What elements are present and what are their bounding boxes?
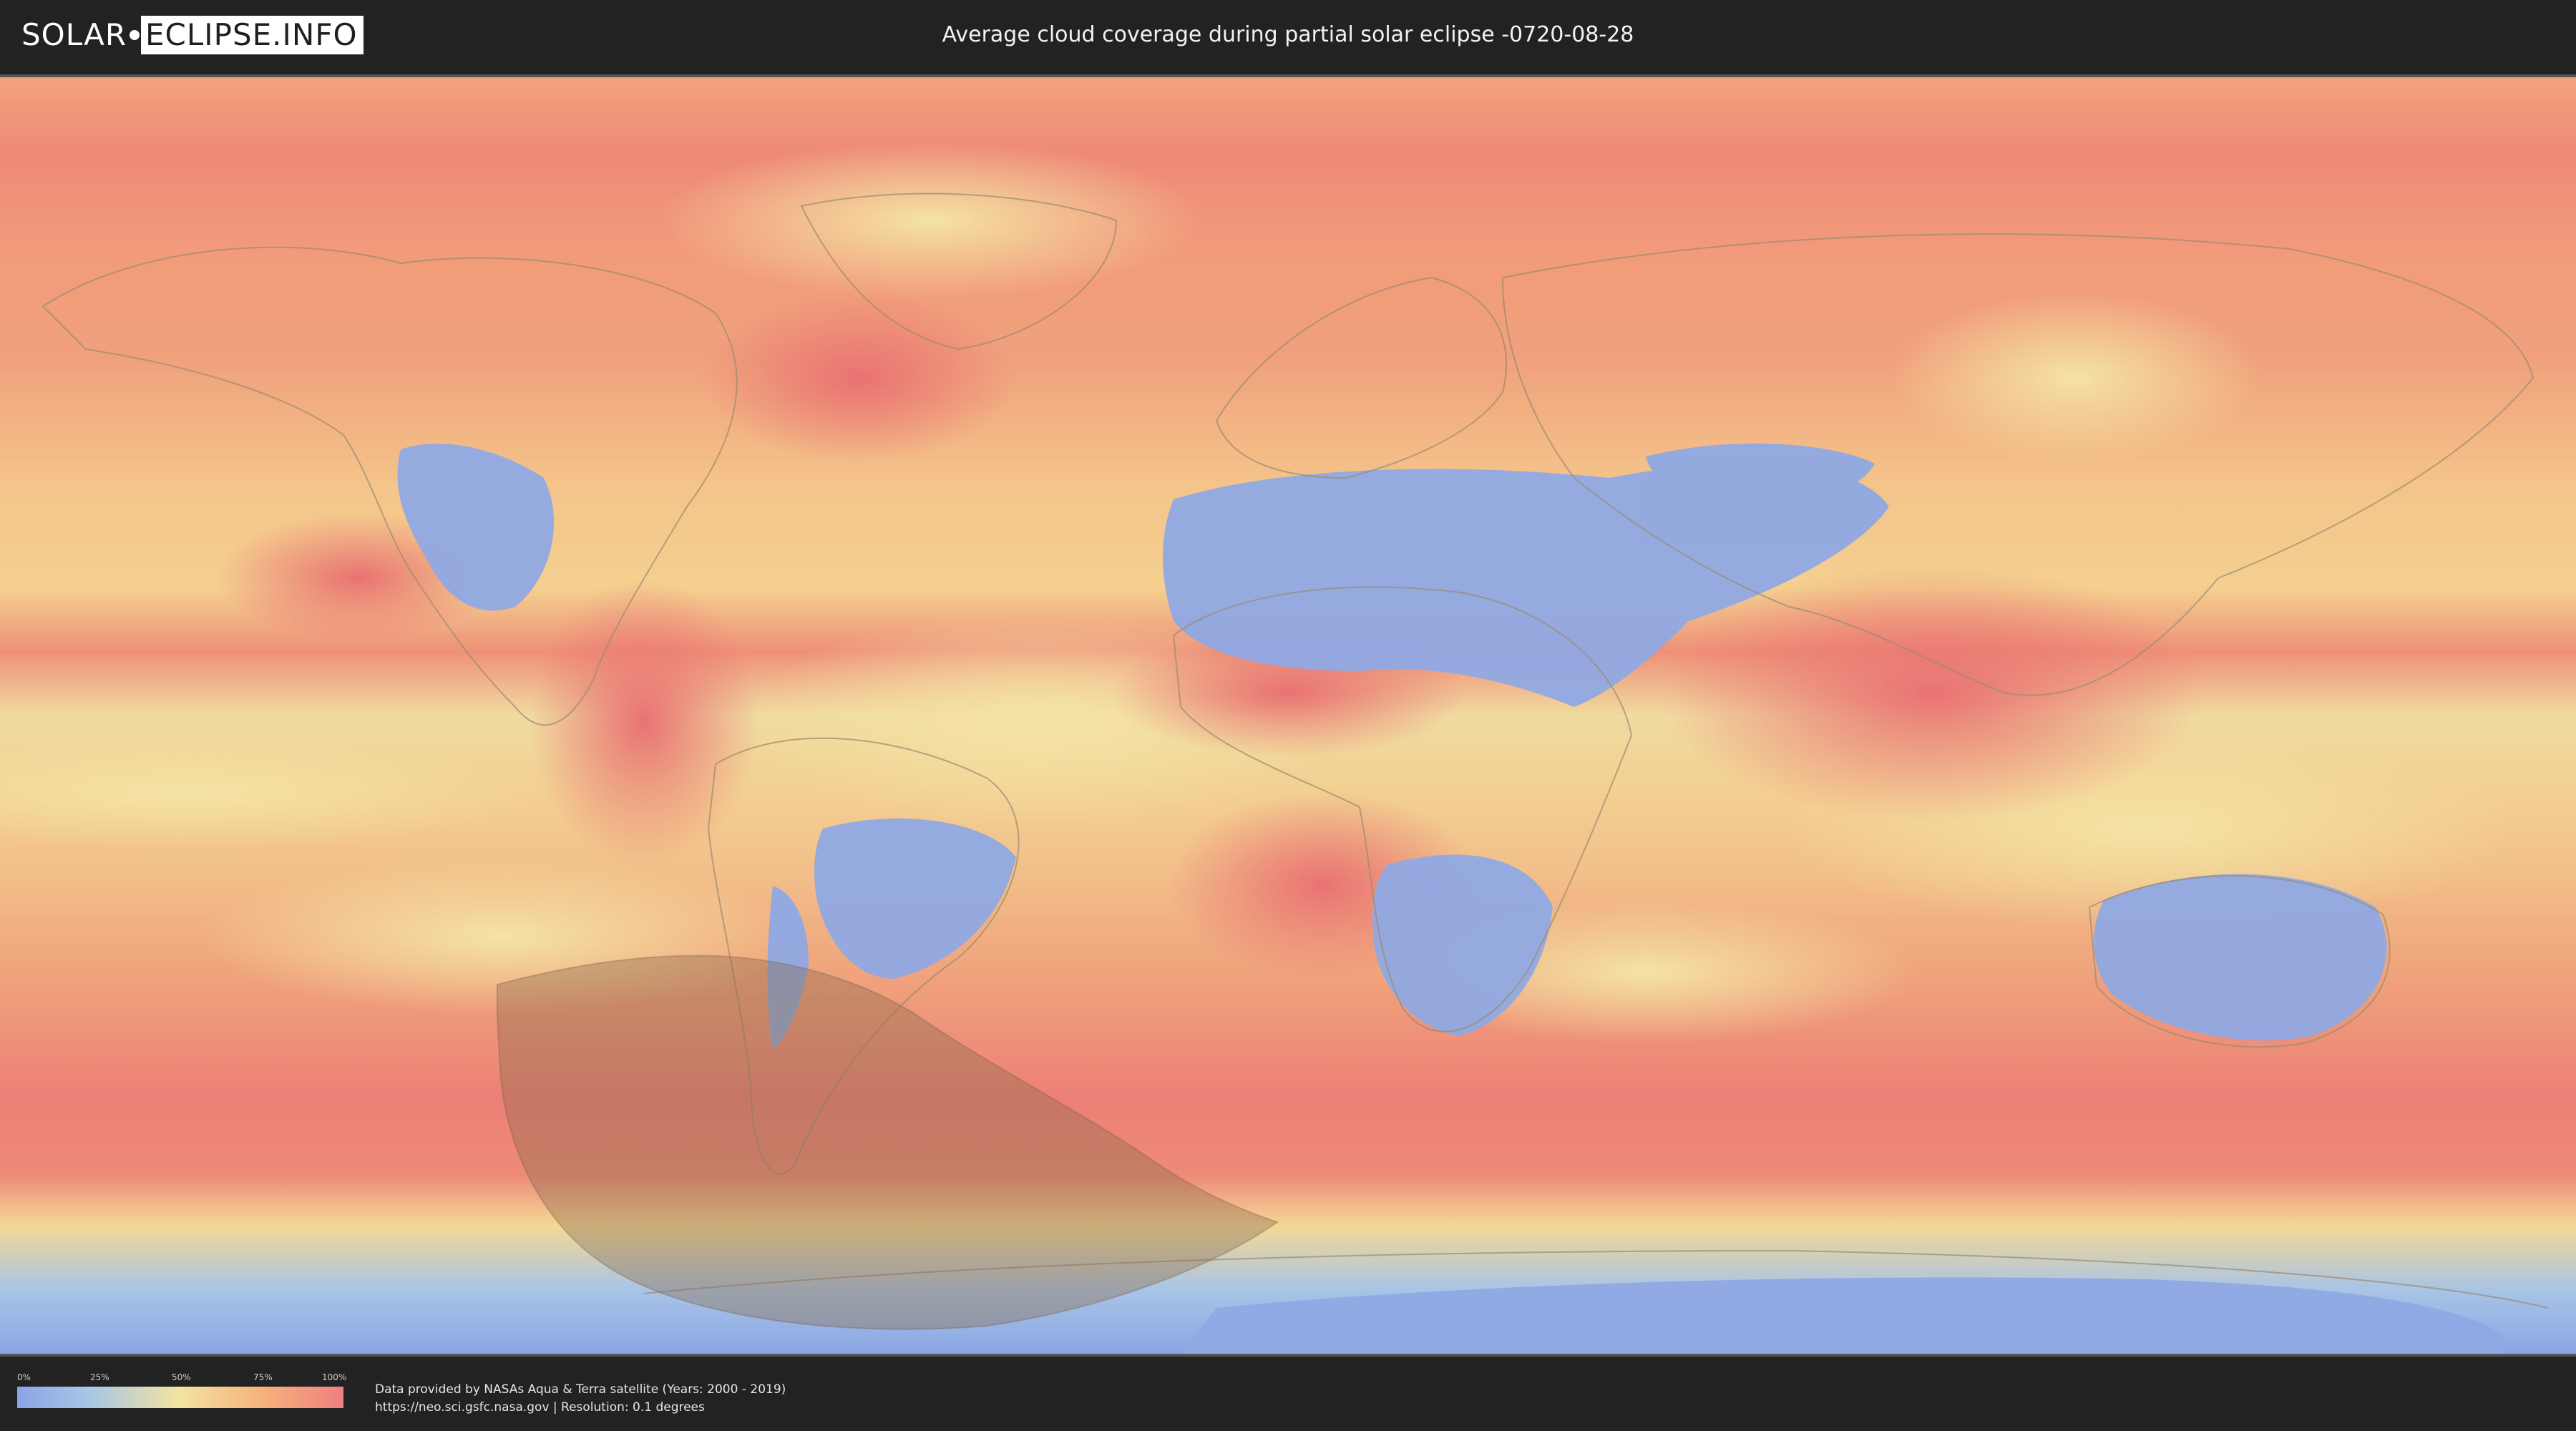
site-logo[interactable]: SOLAR ECLIPSE.INFO — [21, 16, 364, 54]
legend-tick-0: 0% — [17, 1372, 31, 1382]
logo-text-eclipse-info: ECLIPSE.INFO — [141, 16, 364, 54]
clear-zone — [1889, 292, 2261, 464]
legend-tick-50: 50% — [172, 1372, 191, 1382]
header: SOLAR ECLIPSE.INFO Average cloud coverag… — [0, 0, 2576, 70]
legend-color-bar — [17, 1387, 343, 1408]
source-line-1: Data provided by NASAs Aqua & Terra sate… — [375, 1382, 786, 1397]
legend-tick-100: 100% — [322, 1372, 347, 1382]
page: SOLAR ECLIPSE.INFO Average cloud coverag… — [0, 0, 2576, 1431]
footer: 0% 25% 50% 75% 100% Data provided by NAS… — [0, 1357, 2576, 1431]
legend-tick-25: 25% — [90, 1372, 109, 1382]
cloudy-zone — [701, 292, 1016, 464]
page-title: Average cloud coverage during partial so… — [942, 22, 1634, 47]
clear-zone — [658, 142, 1202, 299]
world-map-svg — [0, 77, 2576, 1354]
legend-ticks: 0% 25% 50% 75% 100% — [17, 1372, 347, 1385]
cloud-coverage-map[interactable] — [0, 74, 2576, 1357]
sun-icon — [130, 30, 140, 40]
data-source: Data provided by NASAs Aqua & Terra sate… — [375, 1381, 786, 1417]
cloudy-zone — [1660, 564, 2204, 821]
legend-tick-75: 75% — [253, 1372, 273, 1382]
cloud-coverage-legend: 0% 25% 50% 75% 100% — [17, 1372, 347, 1415]
cloudy-zone — [530, 578, 758, 864]
source-line-2: https://neo.sci.gsfc.nasa.gov | Resoluti… — [375, 1400, 705, 1415]
logo-text-solar: SOLAR — [21, 17, 127, 52]
